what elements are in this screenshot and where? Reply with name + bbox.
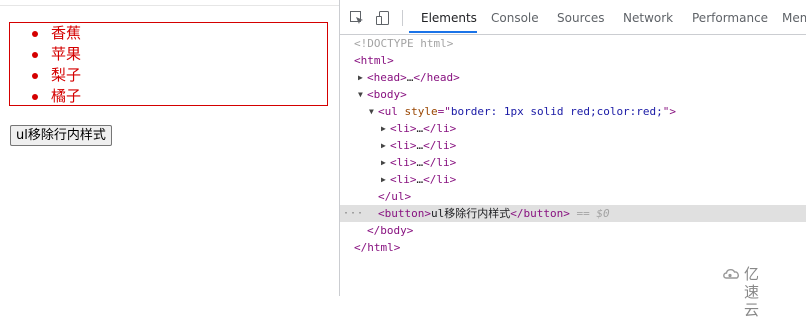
tab-network[interactable]: Network — [623, 0, 673, 34]
tab-memory[interactable]: Mem — [782, 0, 806, 34]
watermark-text: 亿速云 — [744, 265, 760, 319]
list-item-text: 香蕉 — [51, 24, 82, 42]
device-toolbar-icon[interactable] — [376, 10, 390, 25]
dom-node-button-selected[interactable]: ··· <button>ul移除行内样式</button> == $0 — [340, 205, 806, 222]
li-open-tag: <li> — [390, 139, 417, 152]
head-open-tag: <head> — [367, 71, 407, 84]
tab-sources[interactable]: Sources — [557, 0, 604, 34]
dom-node-ul[interactable]: ▼ <ul style="border: 1px solid red;color… — [340, 103, 806, 120]
list-item-text: 苹果 — [51, 45, 82, 63]
expand-triangle-icon[interactable]: ▶ — [381, 120, 389, 137]
expand-triangle-icon[interactable]: ▶ — [381, 154, 389, 171]
expand-triangle-icon[interactable]: ▶ — [358, 69, 366, 86]
li-close-tag: </li> — [423, 139, 457, 152]
bullet-icon — [32, 73, 38, 79]
bullet-icon — [32, 31, 38, 37]
button-text: ul移除行内样式 — [430, 207, 511, 220]
bullet-icon — [32, 52, 38, 58]
cloud-logo-icon — [722, 267, 740, 281]
ul-attr-name: style — [404, 105, 438, 118]
list-item: 香蕉 — [32, 23, 81, 44]
ul-open-tag: <ul — [378, 105, 398, 118]
html-open-tag: <html> — [354, 54, 394, 67]
li-close-tag: </li> — [423, 173, 457, 186]
collapse-triangle-icon[interactable]: ▼ — [369, 103, 377, 120]
li-close-tag: </li> — [423, 156, 457, 169]
bullet-icon — [32, 94, 38, 100]
list-item: 梨子 — [32, 65, 81, 86]
dom-node-html[interactable]: <html> — [340, 52, 806, 69]
doctype-text: <!DOCTYPE html> — [354, 37, 454, 50]
dom-node-html-close[interactable]: </html> — [340, 239, 806, 256]
devtools-panel: Elements Console Sources Network Perform… — [340, 0, 806, 296]
li-open-tag: <li> — [390, 173, 417, 186]
ul-close-tag: </ul> — [378, 190, 412, 203]
ul-attr-eq: =" — [437, 105, 451, 118]
head-close-tag: </head> — [413, 71, 460, 84]
tab-elements[interactable]: Elements — [421, 0, 477, 34]
collapse-triangle-icon[interactable]: ▼ — [358, 86, 366, 103]
dom-node-body-close[interactable]: </body> — [340, 222, 806, 239]
remove-inline-style-button[interactable]: ul移除行内样式 — [10, 125, 112, 146]
list-item: 苹果 — [32, 44, 81, 65]
dom-node-li[interactable]: ▶ <li>…</li> — [340, 137, 806, 154]
tab-performance[interactable]: Performance — [692, 0, 768, 34]
ul-attr-value: border: 1px solid red;color:red; — [450, 105, 663, 118]
list-item: 橘子 — [32, 86, 81, 107]
expand-triangle-icon[interactable]: ▶ — [381, 171, 389, 188]
active-tab-indicator — [409, 31, 477, 33]
tab-console[interactable]: Console — [491, 0, 539, 34]
fruit-list-items: 香蕉 苹果 梨子 橘子 — [32, 23, 81, 107]
selected-node-marker: == $0 — [576, 207, 610, 220]
list-item-text: 橘子 — [51, 87, 82, 105]
toolbar-separator — [402, 10, 403, 26]
html-close-tag: </html> — [354, 241, 401, 254]
expand-triangle-icon[interactable]: ▶ — [381, 137, 389, 154]
li-open-tag: <li> — [390, 156, 417, 169]
button-open-tag: <button> — [378, 207, 431, 220]
dom-node-body[interactable]: ▼ <body> — [340, 86, 806, 103]
page-viewport: 香蕉 苹果 梨子 橘子 ul移除行内样式 — [0, 0, 339, 296]
dom-node-li[interactable]: ▶ <li>…</li> — [340, 120, 806, 137]
li-open-tag: <li> — [390, 122, 417, 135]
fruit-list: 香蕉 苹果 梨子 橘子 — [9, 22, 328, 106]
li-close-tag: </li> — [423, 122, 457, 135]
ul-attr-close: "> — [662, 105, 677, 118]
dom-node-li[interactable]: ▶ <li>…</li> — [340, 154, 806, 171]
dom-node-li[interactable]: ▶ <li>…</li> — [340, 171, 806, 188]
viewport-top-border — [0, 5, 339, 6]
more-options-icon[interactable]: ··· — [343, 205, 364, 222]
devtools-tabbar: Elements Console Sources Network Perform… — [340, 0, 806, 35]
body-open-tag: <body> — [367, 88, 407, 101]
dom-node-head[interactable]: ▶ <head>…</head> — [340, 69, 806, 86]
dom-node-doctype[interactable]: <!DOCTYPE html> — [340, 35, 806, 52]
inspect-element-icon[interactable] — [350, 10, 364, 24]
body-close-tag: </body> — [367, 224, 414, 237]
list-item-text: 梨子 — [51, 66, 82, 84]
button-close-tag: </button> — [510, 207, 570, 220]
dom-node-ul-close[interactable]: </ul> — [340, 188, 806, 205]
